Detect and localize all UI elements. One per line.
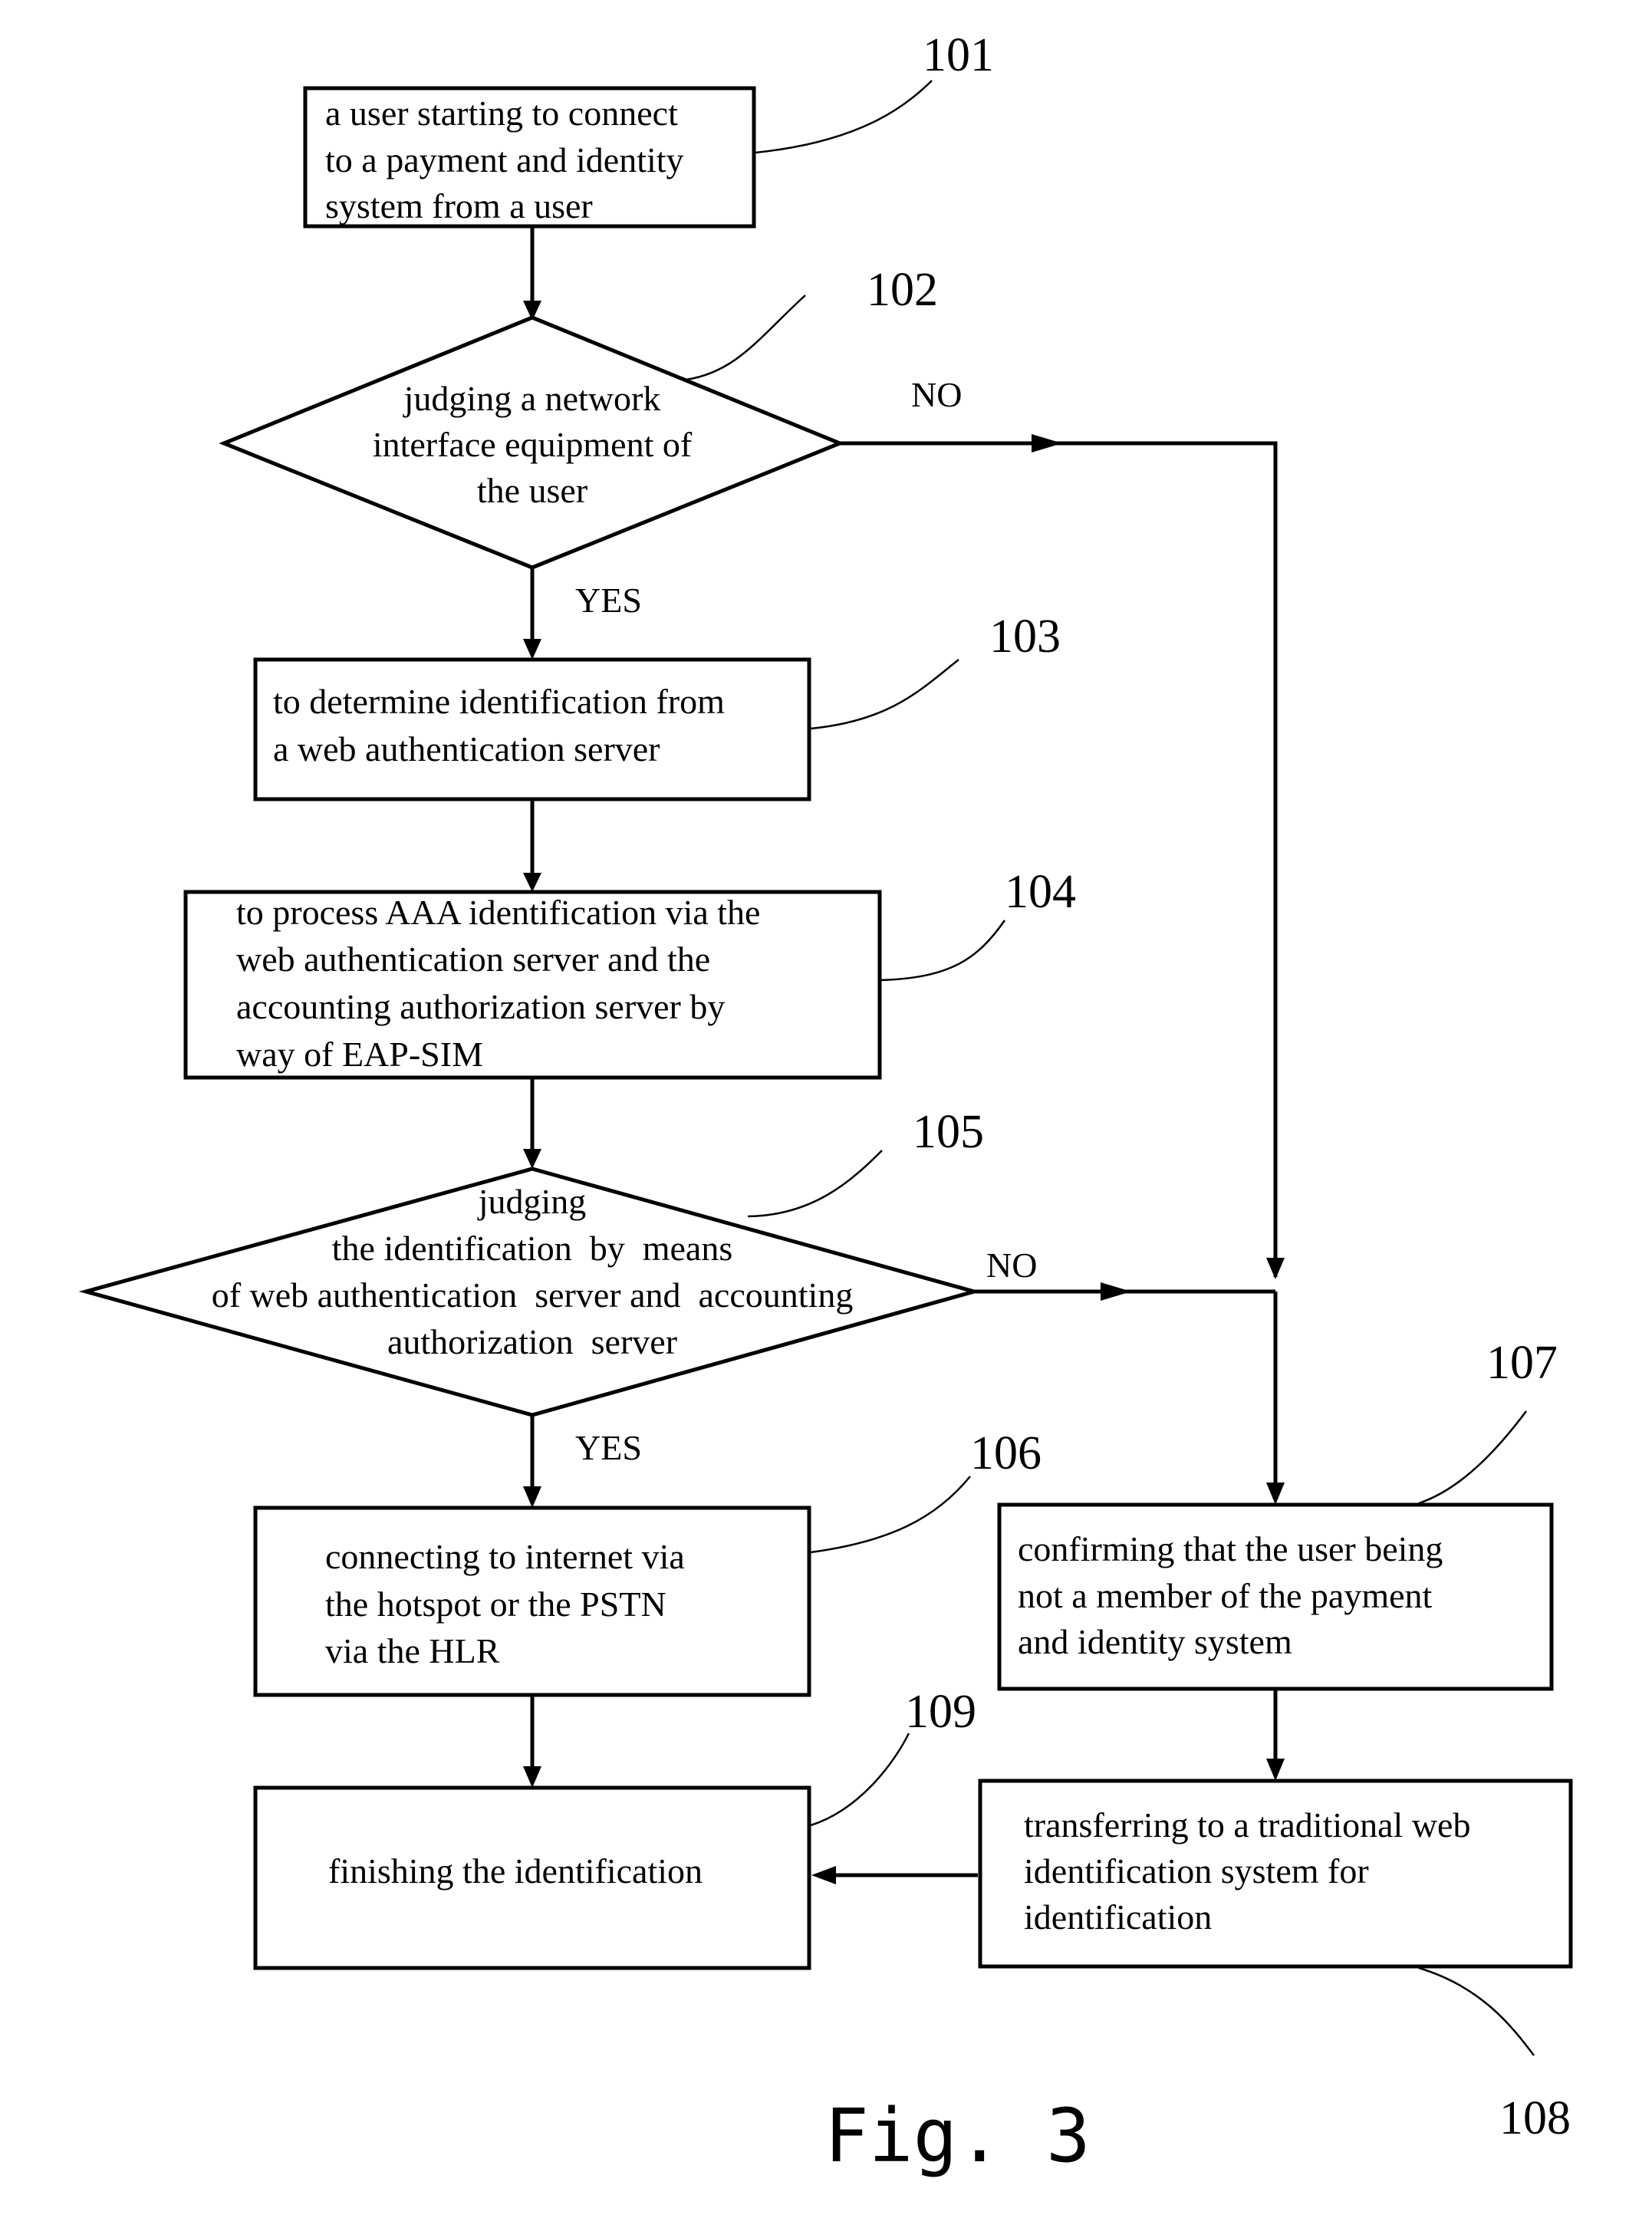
step-108-line-1: transferring to a traditional web — [1024, 1805, 1470, 1844]
step-104-line-4: way of EAP-SIM — [236, 1035, 483, 1074]
decision-102-line-2: interface equipment of — [373, 425, 693, 464]
leader-line-104 — [880, 920, 1006, 982]
arrowhead-105-106 — [523, 1486, 541, 1508]
step-109: finishing the identification 109 — [253, 1686, 976, 1970]
step-106-line-2: the hotspot or the PSTN — [325, 1585, 666, 1624]
arrowhead-102-no — [1032, 434, 1062, 452]
step-103: to determine identification from a web a… — [253, 610, 1061, 801]
step-108-line-3: identification — [1024, 1897, 1212, 1937]
step-103-line-1: to determine identification from — [273, 682, 725, 721]
leader-line-106 — [810, 1476, 971, 1554]
step-108: transferring to a traditional web identi… — [978, 1779, 1573, 2144]
ref-label-103: 103 — [989, 610, 1061, 663]
decision-102-line-1: judging a network — [403, 379, 661, 418]
arrowhead-107-108 — [1266, 1759, 1285, 1781]
ref-label-104: 104 — [1005, 866, 1076, 918]
ref-label-107: 107 — [1486, 1337, 1558, 1389]
flowchart: a user starting to connect to a payment … — [78, 29, 1573, 2179]
arrowhead-to-107 — [1266, 1483, 1285, 1505]
step-106-line-1: connecting to internet via — [325, 1537, 685, 1576]
step-104: to process AAA identification via the we… — [183, 866, 1076, 1080]
leader-line-101 — [755, 80, 933, 154]
step-103-line-2: a web authentication server — [273, 729, 660, 768]
leader-line-109 — [810, 1733, 910, 1827]
branch-label-105-yes: YES — [575, 1428, 642, 1467]
decision-105-line-1: judging — [477, 1182, 587, 1221]
step-109-line-1: finishing the identification — [328, 1851, 703, 1891]
arrowhead-103-104 — [523, 873, 541, 892]
step-106: connecting to internet via the hotspot o… — [253, 1427, 1042, 1697]
step-106-line-3: via the HLR — [325, 1631, 500, 1670]
step-108-line-2: identification system for — [1024, 1851, 1369, 1891]
step-107-line-3: and identity system — [1018, 1622, 1292, 1661]
step-101-line-1: a user starting to connect — [325, 94, 678, 133]
leader-line-108 — [1418, 1966, 1535, 2056]
connector-102-no — [840, 441, 1278, 1277]
ref-label-105: 105 — [913, 1106, 984, 1158]
leader-line-105 — [747, 1150, 883, 1218]
decision-105-line-2: the identification by means — [332, 1229, 732, 1268]
decision-102-line-3: the user — [477, 471, 587, 510]
arrowhead-102-103 — [523, 639, 541, 660]
decision-105: judging the identification by means of w… — [78, 1106, 1037, 1467]
arrowhead-104-105 — [523, 1149, 541, 1169]
ref-label-109: 109 — [905, 1686, 976, 1738]
decision-105-line-4: authorization server — [387, 1322, 677, 1361]
step-104-line-2: web authentication server and the — [236, 940, 710, 979]
ref-label-108: 108 — [1499, 2092, 1571, 2144]
ref-label-102: 102 — [867, 264, 938, 316]
arrowhead-106-109 — [523, 1766, 541, 1788]
leader-line-107 — [1418, 1410, 1527, 1505]
branch-label-105-no: NO — [986, 1246, 1037, 1285]
step-104-line-3: accounting authorization server by — [236, 987, 725, 1026]
leader-line-102 — [686, 295, 806, 381]
decision-105-line-3: of web authentication server and account… — [212, 1275, 854, 1315]
step-104-line-1: to process AAA identification via the — [236, 893, 760, 932]
step-107: confirming that the user being not a mem… — [997, 1337, 1558, 1691]
branch-label-102-yes: YES — [575, 581, 642, 620]
arrowhead-105-no — [1101, 1282, 1131, 1301]
figure-caption: Fig. 3 — [824, 2093, 1091, 2179]
step-101: a user starting to connect to a payment … — [303, 29, 994, 229]
ref-label-106: 106 — [970, 1427, 1042, 1479]
arrowhead-down-merge — [1266, 1258, 1285, 1279]
leader-line-103 — [810, 659, 959, 730]
step-107-line-2: not a member of the payment — [1018, 1576, 1433, 1615]
step-107-line-1: confirming that the user being — [1018, 1529, 1443, 1568]
branch-label-102-no: NO — [911, 375, 962, 414]
step-101-line-2: to a payment and identity — [325, 140, 684, 179]
arrowhead-108-109 — [811, 1866, 836, 1884]
step-101-line-3: system from a user — [325, 186, 593, 225]
ref-label-101: 101 — [923, 29, 994, 81]
